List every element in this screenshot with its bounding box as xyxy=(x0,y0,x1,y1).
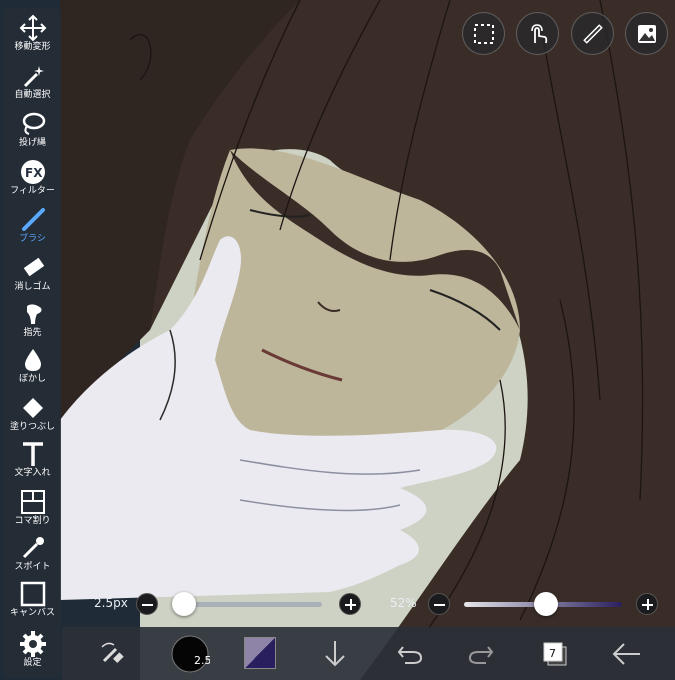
lasso-icon xyxy=(18,110,48,138)
brush-size-label: 2.5px xyxy=(94,596,128,610)
tool-settings[interactable]: 設定 xyxy=(4,630,61,676)
bucket-icon xyxy=(18,394,48,422)
tool-label: 塗りつぶし xyxy=(9,422,56,432)
gear-icon xyxy=(18,630,48,658)
undo-icon xyxy=(397,646,423,664)
reference-image-button[interactable] xyxy=(625,12,668,55)
brush-icon xyxy=(18,206,48,234)
finger-icon xyxy=(18,300,48,328)
brush-size-decrease-button[interactable] xyxy=(136,593,158,615)
ruler-button[interactable] xyxy=(571,12,614,55)
tool-smudge[interactable]: 指先 xyxy=(4,300,61,346)
tool-label: 文字入れ xyxy=(14,468,51,478)
magic-wand-icon xyxy=(18,62,48,90)
brush-size-knob[interactable] xyxy=(172,592,197,616)
layers-button[interactable]: 7 xyxy=(540,627,570,680)
tool-label: ぼかし xyxy=(18,374,46,384)
redo-button[interactable] xyxy=(466,627,496,680)
tool-eraser[interactable]: 消しゴム xyxy=(4,254,61,300)
redo-icon xyxy=(468,646,494,664)
tool-label: コマ割り xyxy=(14,516,51,526)
text-icon xyxy=(18,440,48,468)
frame-icon xyxy=(18,488,48,516)
move-icon xyxy=(18,14,48,42)
color-button[interactable] xyxy=(244,627,278,680)
tool-label: 投げ縄 xyxy=(18,138,46,148)
layer-down-button[interactable] xyxy=(320,627,350,680)
bottom-toolbar: 2.5 7 xyxy=(62,627,675,680)
tool-blur[interactable]: ぼかし xyxy=(4,346,61,392)
eraser-icon xyxy=(18,254,48,282)
brush-eraser-swap-icon xyxy=(101,642,124,663)
layer-count: 7 xyxy=(549,647,556,660)
tool-label: キャンバス xyxy=(9,608,55,618)
drawing-canvas[interactable] xyxy=(0,0,675,680)
arrow-down-icon xyxy=(325,641,345,667)
tool-brush[interactable]: ブラシ xyxy=(4,206,61,252)
swap-tool-button[interactable] xyxy=(98,627,138,680)
brush-size-increase-button[interactable] xyxy=(339,593,361,615)
tool-label: 指先 xyxy=(23,328,42,338)
brush-size-indicator-icon: 2.5 xyxy=(171,635,212,673)
touch-icon xyxy=(531,24,548,44)
reference-image-icon xyxy=(638,25,656,43)
tool-label: ブラシ xyxy=(19,234,46,244)
tool-magic-wand[interactable]: 自動選択 xyxy=(4,62,61,108)
tool-label: フィルター xyxy=(10,186,55,196)
layers-icon: 7 xyxy=(543,642,567,666)
tool-label: 自動選択 xyxy=(14,90,51,100)
tool-eyedropper[interactable]: スポイト xyxy=(4,534,61,580)
touch-button[interactable] xyxy=(516,12,559,55)
selection-button[interactable] xyxy=(462,12,505,55)
ruler-icon xyxy=(583,24,603,44)
brush-opacity-label: 52% xyxy=(390,596,417,610)
tool-canvas[interactable]: キャンバス xyxy=(4,580,61,626)
color-swatch xyxy=(244,637,276,669)
tool-fill[interactable]: 塗りつぶし xyxy=(4,394,61,440)
eyedropper-icon xyxy=(18,534,48,562)
tool-label: スポイト xyxy=(14,562,51,572)
drop-icon xyxy=(18,346,48,374)
svg-text:FX: FX xyxy=(25,166,43,180)
brush-opacity-knob[interactable] xyxy=(534,592,559,616)
brush-slider-row: 2.5px 52% xyxy=(62,592,675,616)
brush-size-track[interactable] xyxy=(174,602,322,607)
selection-icon xyxy=(474,24,494,44)
arrow-left-icon xyxy=(612,643,640,665)
tool-label: 設定 xyxy=(23,658,42,668)
back-button[interactable] xyxy=(610,627,644,680)
tool-label: 消しゴム xyxy=(14,282,51,292)
canvas-icon xyxy=(18,580,48,608)
tool-transform[interactable]: 移動変形 xyxy=(4,14,61,60)
tool-lasso[interactable]: 投げ縄 xyxy=(4,110,61,156)
undo-button[interactable] xyxy=(395,627,425,680)
tool-frame[interactable]: コマ割り xyxy=(4,488,61,534)
tool-filter[interactable]: FX フィルター xyxy=(4,158,61,204)
tool-text[interactable]: 文字入れ xyxy=(4,440,61,486)
tool-label: 移動変形 xyxy=(14,42,51,52)
fx-icon: FX xyxy=(18,158,48,186)
brush-opacity-increase-button[interactable] xyxy=(636,593,658,615)
brush-opacity-decrease-button[interactable] xyxy=(428,593,450,615)
brush-size-indicator-button[interactable]: 2.5 xyxy=(170,627,212,680)
brush-size-indicator-text: 2.5 xyxy=(194,654,210,667)
